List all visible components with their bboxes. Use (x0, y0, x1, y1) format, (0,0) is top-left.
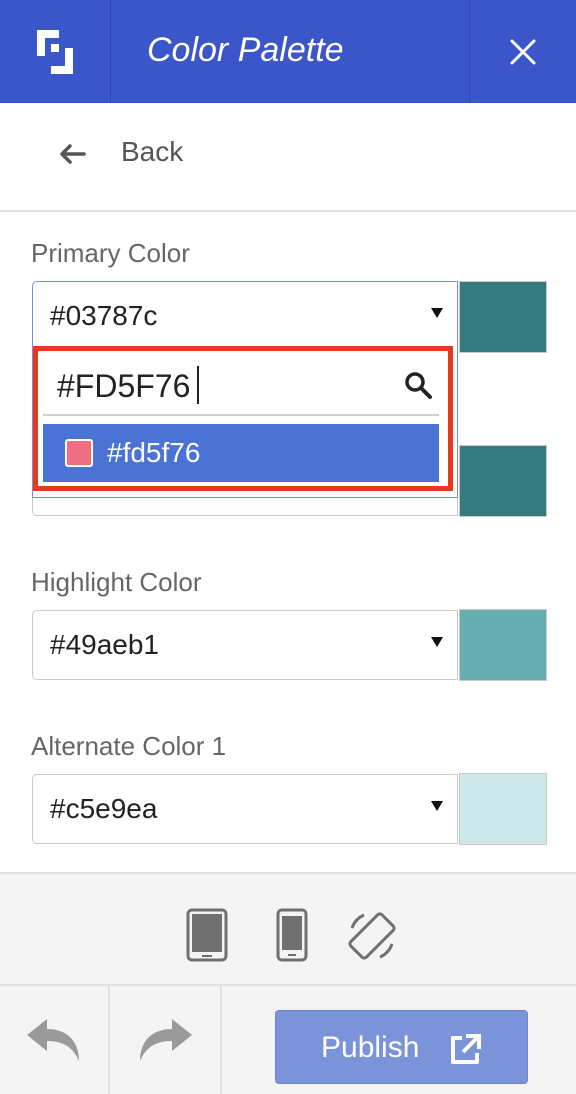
highlight-color-value: #49aeb1 (50, 629, 160, 660)
color-option[interactable]: #fd5f76 (43, 424, 439, 482)
undo-icon (27, 1019, 79, 1061)
alternate-color-1-swatch[interactable] (459, 773, 547, 845)
alternate-color-1-label: Alternate Color 1 (31, 731, 227, 761)
app-header: Color Palette (0, 0, 576, 103)
logo-cell[interactable] (0, 0, 111, 103)
redo-icon (140, 1019, 192, 1061)
alternate-color-1-value: #c5e9ea (50, 793, 158, 824)
redo-button[interactable] (110, 986, 222, 1094)
publish-label: Publish (321, 1031, 420, 1064)
chevron-down-icon (431, 801, 443, 811)
primary-color-label: Primary Color (31, 238, 190, 268)
close-icon (510, 39, 536, 64)
primary-color-value: #03787c (50, 300, 158, 331)
option-label: #fd5f76 (107, 437, 201, 468)
primary-color-select[interactable]: #03787c (32, 281, 458, 351)
alternate-color-1-select[interactable]: #c5e9ea (32, 774, 458, 844)
rotate-icon[interactable] (344, 908, 400, 964)
color-search-field[interactable] (43, 360, 439, 416)
chevron-down-icon (431, 637, 443, 647)
brand-logo-icon (37, 29, 73, 74)
color-search-input[interactable] (57, 364, 387, 408)
option-color-swatch (65, 439, 93, 467)
back-bar: Back (0, 103, 576, 212)
undo-button[interactable] (0, 986, 110, 1094)
arrow-left-icon[interactable] (58, 143, 86, 165)
search-icon (405, 372, 432, 399)
secondary-color-swatch[interactable] (459, 445, 547, 517)
footer-bar: Publish (0, 984, 576, 1094)
chevron-down-icon (431, 308, 443, 318)
highlight-color-select[interactable]: #49aeb1 (32, 610, 458, 680)
external-link-icon (451, 1034, 481, 1064)
highlight-color-label: Highlight Color (31, 567, 202, 597)
publish-button[interactable]: Publish (275, 1010, 528, 1084)
tablet-icon[interactable] (186, 908, 228, 962)
text-cursor (197, 366, 199, 404)
close-button[interactable] (469, 0, 576, 103)
page-title: Color Palette (147, 31, 344, 69)
device-preview-bar (0, 872, 576, 984)
phone-icon[interactable] (276, 908, 308, 962)
primary-color-swatch[interactable] (459, 281, 547, 353)
highlight-color-swatch[interactable] (459, 609, 547, 681)
back-link[interactable]: Back (121, 136, 183, 168)
